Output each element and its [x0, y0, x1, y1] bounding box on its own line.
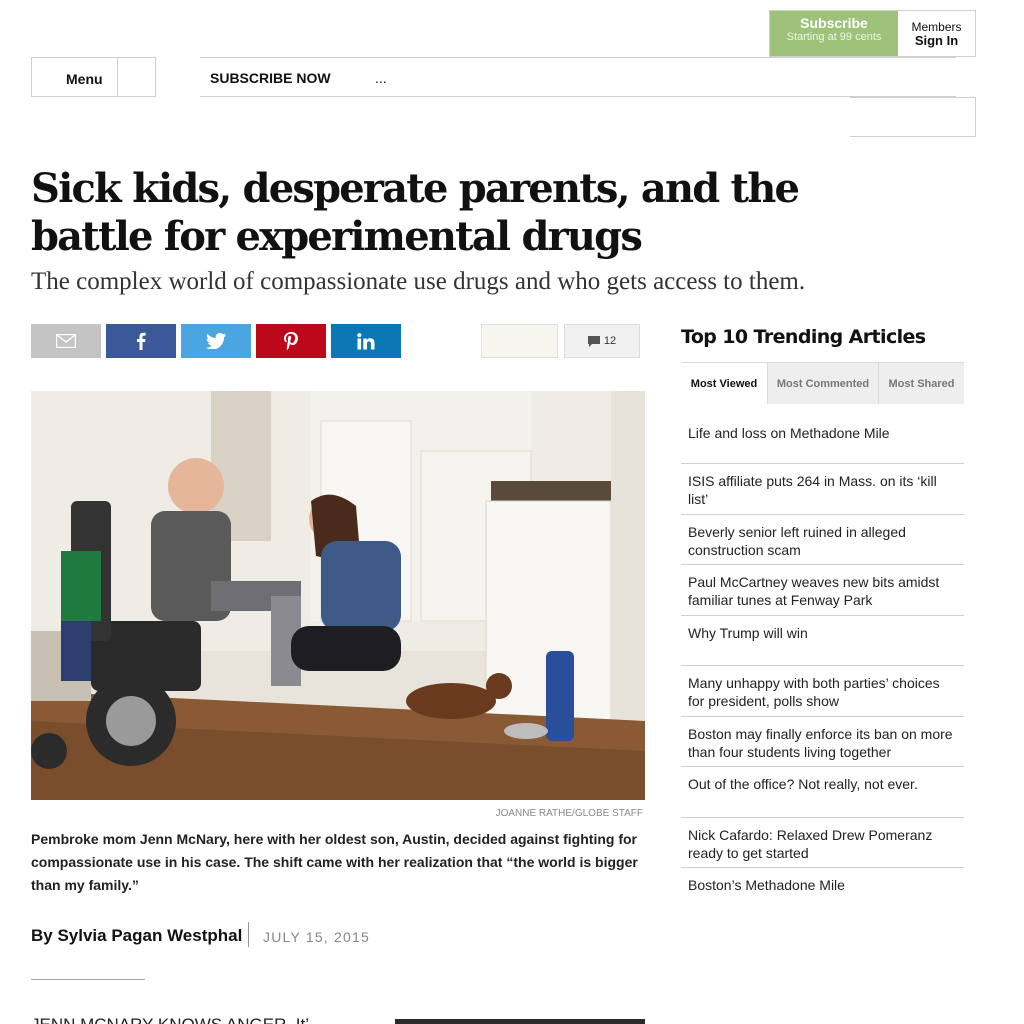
trending-item[interactable]: Out of the office? Not really, not ever.: [681, 767, 964, 818]
comment-count: 12: [603, 335, 617, 347]
trending-item[interactable]: Boston’s Methadone Mile: [681, 868, 964, 919]
pinterest-icon: [284, 332, 298, 350]
share-linkedin-button[interactable]: [331, 324, 401, 358]
trending-tabs: Most Viewed Most Commented Most Shared: [681, 362, 964, 404]
inline-image: [395, 1019, 645, 1024]
twitter-icon: [206, 333, 226, 349]
share-facebook-button[interactable]: [106, 324, 176, 358]
signin-label: Sign In: [914, 33, 959, 48]
photo-credit: JOANNE RATHE/GLOBE STAFF: [495, 808, 643, 819]
comments-button[interactable]: 12: [564, 324, 640, 358]
nav-more-link[interactable]: ...: [375, 70, 387, 86]
trending-item[interactable]: Boston may finally enforce its ban on mo…: [681, 717, 964, 767]
subscribe-title: Subscribe: [800, 15, 868, 31]
tab-most-viewed[interactable]: Most Viewed: [681, 363, 767, 404]
mail-icon: [56, 334, 76, 348]
photo-illustration: [31, 391, 645, 800]
trending-item[interactable]: Life and loss on Methadone Mile: [681, 408, 964, 464]
byline-divider: [248, 922, 249, 947]
trending-item[interactable]: Beverly senior left ruined in alleged co…: [681, 515, 964, 565]
tab-most-commented[interactable]: Most Commented: [767, 363, 878, 404]
trending-title: Top 10 Trending Articles: [681, 326, 926, 348]
trending-item[interactable]: Nick Cafardo: Relaxed Drew Pomeranz read…: [681, 818, 964, 868]
facebook-icon: [137, 332, 146, 350]
tab-most-shared[interactable]: Most Shared: [878, 363, 964, 404]
top-navbar: SUBSCRIBE NOW ...: [200, 57, 956, 97]
linkedin-icon: [357, 332, 375, 349]
photo-caption: Pembroke mom Jenn McNary, here with her …: [31, 831, 638, 893]
publish-date: JULY 15, 2015: [263, 929, 370, 945]
trending-list: Life and loss on Methadone Mile ISIS aff…: [681, 408, 964, 919]
trending-item[interactable]: Why Trump will win: [681, 616, 964, 666]
menu-divider: [117, 58, 118, 96]
article-photo: [31, 391, 645, 800]
signin-button[interactable]: Members Sign In: [898, 11, 975, 56]
subscribe-button[interactable]: Subscribe Starting at 99 cents: [770, 11, 898, 56]
article-subhead: The complex world of compassionate use d…: [31, 268, 806, 295]
byline[interactable]: By Sylvia Pagan Westphal: [31, 926, 242, 946]
trending-item[interactable]: Many unhappy with both parties’ choices …: [681, 666, 964, 717]
trending-item[interactable]: ISIS affiliate puts 264 in Mass. on its …: [681, 464, 964, 515]
menu-button[interactable]: Menu: [31, 57, 156, 97]
subscribe-signin-box: Subscribe Starting at 99 cents Members S…: [769, 10, 976, 57]
share-twitter-button[interactable]: [181, 324, 251, 358]
comment-icon: [587, 335, 600, 347]
search-area[interactable]: [850, 97, 976, 137]
share-extra-button[interactable]: [481, 324, 558, 358]
members-label: Members: [911, 20, 962, 34]
page-title: Sick kids, desperate parents, and the ba…: [31, 165, 800, 260]
article-body-start: JENN MCNARY KNOWS ANGER. It’: [31, 1015, 309, 1024]
subscribe-price: Starting at 99 cents: [786, 31, 882, 43]
menu-label: Menu: [66, 71, 103, 87]
divider: [31, 979, 145, 980]
nav-subscribe-link[interactable]: SUBSCRIBE NOW: [210, 70, 331, 86]
share-pinterest-button[interactable]: [256, 324, 326, 358]
trending-item[interactable]: Paul McCartney weaves new bits amidst fa…: [681, 565, 964, 616]
share-email-button[interactable]: [31, 324, 101, 358]
